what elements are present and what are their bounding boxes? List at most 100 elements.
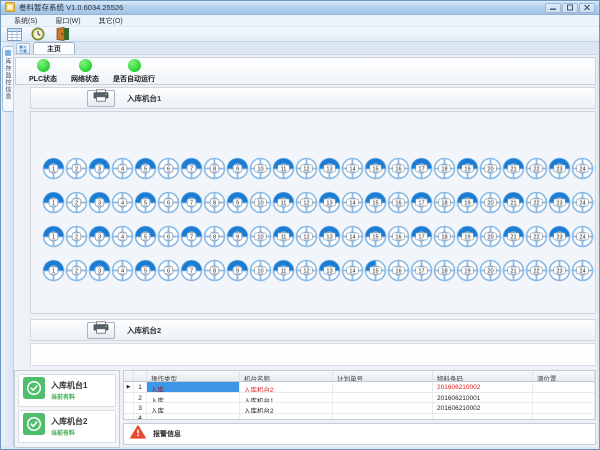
table-cell[interactable]: [333, 414, 433, 420]
table-cell[interactable]: 201606210001: [433, 393, 533, 404]
roll-slot-r3-21: 21: [502, 225, 525, 248]
column-header[interactable]: 计划单号: [333, 371, 433, 382]
roll-storage-grid-machine1: 1234567891011121314151617181920212223242…: [30, 111, 596, 314]
menu-item-3[interactable]: 其它(O): [90, 16, 132, 26]
roll-slot-r2-1: 1: [42, 191, 65, 214]
status-dot: [79, 59, 92, 72]
table-cell[interactable]: [240, 414, 333, 420]
table-cell[interactable]: [533, 414, 595, 420]
table-cell[interactable]: [333, 382, 433, 393]
svg-text:12: 12: [303, 268, 309, 274]
roll-slot-r4-22: 22: [525, 259, 548, 282]
menu-item-2[interactable]: 窗口(W): [46, 16, 89, 26]
tab-home[interactable]: 主页: [33, 42, 75, 54]
svg-text:24: 24: [579, 166, 585, 172]
roll-slot-r4-21: 21: [502, 259, 525, 282]
exit-door-button[interactable]: [52, 27, 72, 41]
table-cell[interactable]: 201606210002: [433, 382, 533, 393]
card-title: 入库机台1: [51, 380, 87, 391]
alarm-bar-label: 报警信息: [153, 429, 181, 439]
roll-slot-r4-4: 4: [111, 259, 134, 282]
svg-text:8: 8: [212, 200, 215, 206]
svg-text:22: 22: [533, 268, 539, 274]
svg-text:17: 17: [418, 166, 424, 172]
svg-text:10: 10: [257, 268, 263, 274]
table-cell[interactable]: [147, 414, 240, 420]
app-window: 卷料暂存系统 V1.0.6034.25526 系统(S)窗口(W)其它(O) 主…: [0, 0, 600, 450]
print-button-machine2[interactable]: [87, 322, 115, 339]
svg-text:18: 18: [441, 200, 447, 206]
table-cell[interactable]: [533, 403, 595, 414]
svg-text:4: 4: [120, 166, 123, 172]
table-cell[interactable]: [333, 403, 433, 414]
printer-icon: [93, 89, 109, 107]
svg-text:12: 12: [303, 200, 309, 206]
roll-slot-r4-10: 10: [249, 259, 272, 282]
svg-text:2: 2: [74, 200, 77, 206]
svg-text:21: 21: [510, 200, 516, 206]
svg-text:19: 19: [464, 200, 470, 206]
roll-storage-grid-machine2: [30, 343, 596, 366]
alarm-info-bar[interactable]: 报警信息: [123, 423, 596, 445]
roll-slot-r4-25: 25: [594, 259, 597, 282]
table-cell[interactable]: 入库机台2: [240, 403, 333, 414]
svg-text:23: 23: [556, 200, 562, 206]
table-cell[interactable]: 入库: [147, 382, 240, 393]
roll-slot-r2-2: 2: [65, 191, 88, 214]
table-cell[interactable]: 入库: [147, 393, 240, 404]
roll-slot-r4-20: 20: [479, 259, 502, 282]
svg-text:24: 24: [579, 234, 585, 240]
status-label: 网络状态: [71, 74, 99, 84]
svg-text:8: 8: [212, 166, 215, 172]
close-button[interactable]: [579, 3, 595, 13]
roll-slot-r1-21: 21: [502, 157, 525, 180]
roll-slot-r4-17: 17: [410, 259, 433, 282]
roll-slot-r3-24: 24: [571, 225, 594, 248]
sidebar-collapsed-tab[interactable]: 库存监控信息: [2, 46, 13, 112]
machine-card-2[interactable]: 入库机台2当前有料: [18, 410, 116, 443]
table-cell[interactable]: [533, 382, 595, 393]
column-header[interactable]: 操作类型: [147, 371, 240, 382]
svg-text:21: 21: [510, 268, 516, 274]
roll-slot-r1-18: 18: [433, 157, 456, 180]
roll-slot-r1-15: 15: [364, 157, 387, 180]
minimize-button[interactable]: [545, 3, 561, 13]
svg-text:20: 20: [487, 166, 493, 172]
toolbar: [1, 27, 599, 42]
column-header[interactable]: 机台名称: [240, 371, 333, 382]
svg-text:15: 15: [372, 166, 378, 172]
calendar-button[interactable]: [4, 27, 24, 41]
machine-card-1[interactable]: 入库机台1当前有料: [18, 374, 116, 407]
table-cell[interactable]: 201606210002: [433, 403, 533, 414]
roll-slot-r2-24: 24: [571, 191, 594, 214]
table-cell[interactable]: 入库: [147, 403, 240, 414]
table-cell[interactable]: [433, 414, 533, 420]
table-cell[interactable]: 入库机台2: [240, 382, 333, 393]
table-cell[interactable]: [533, 393, 595, 404]
column-header[interactable]: 源位置: [533, 371, 595, 382]
roll-slot-r4-2: 2: [65, 259, 88, 282]
svg-text:23: 23: [556, 268, 562, 274]
roll-slot-r1-1: 1: [42, 157, 65, 180]
table-cell[interactable]: [333, 393, 433, 404]
roll-slot-r2-5: 5: [134, 191, 157, 214]
tab-list-button[interactable]: [16, 43, 30, 54]
table-cell[interactable]: 入库机台1: [240, 393, 333, 404]
svg-text:1: 1: [51, 268, 54, 274]
roll-slot-r3-22: 22: [525, 225, 548, 248]
svg-text:13: 13: [326, 200, 332, 206]
svg-text:7: 7: [189, 200, 192, 206]
svg-text:8: 8: [212, 268, 215, 274]
maximize-button[interactable]: [562, 3, 578, 13]
column-header[interactable]: 物料条码: [433, 371, 533, 382]
svg-text:19: 19: [464, 166, 470, 172]
clock-button[interactable]: [28, 27, 48, 41]
roll-slot-r3-19: 19: [456, 225, 479, 248]
print-button-machine1[interactable]: [87, 90, 115, 107]
svg-text:14: 14: [349, 166, 355, 172]
menu-item-1[interactable]: 系统(S): [5, 16, 46, 26]
roll-slot-r3-17: 17: [410, 225, 433, 248]
svg-text:3: 3: [97, 234, 100, 240]
card-title: 入库机台2: [51, 416, 87, 427]
roll-slot-r2-3: 3: [88, 191, 111, 214]
